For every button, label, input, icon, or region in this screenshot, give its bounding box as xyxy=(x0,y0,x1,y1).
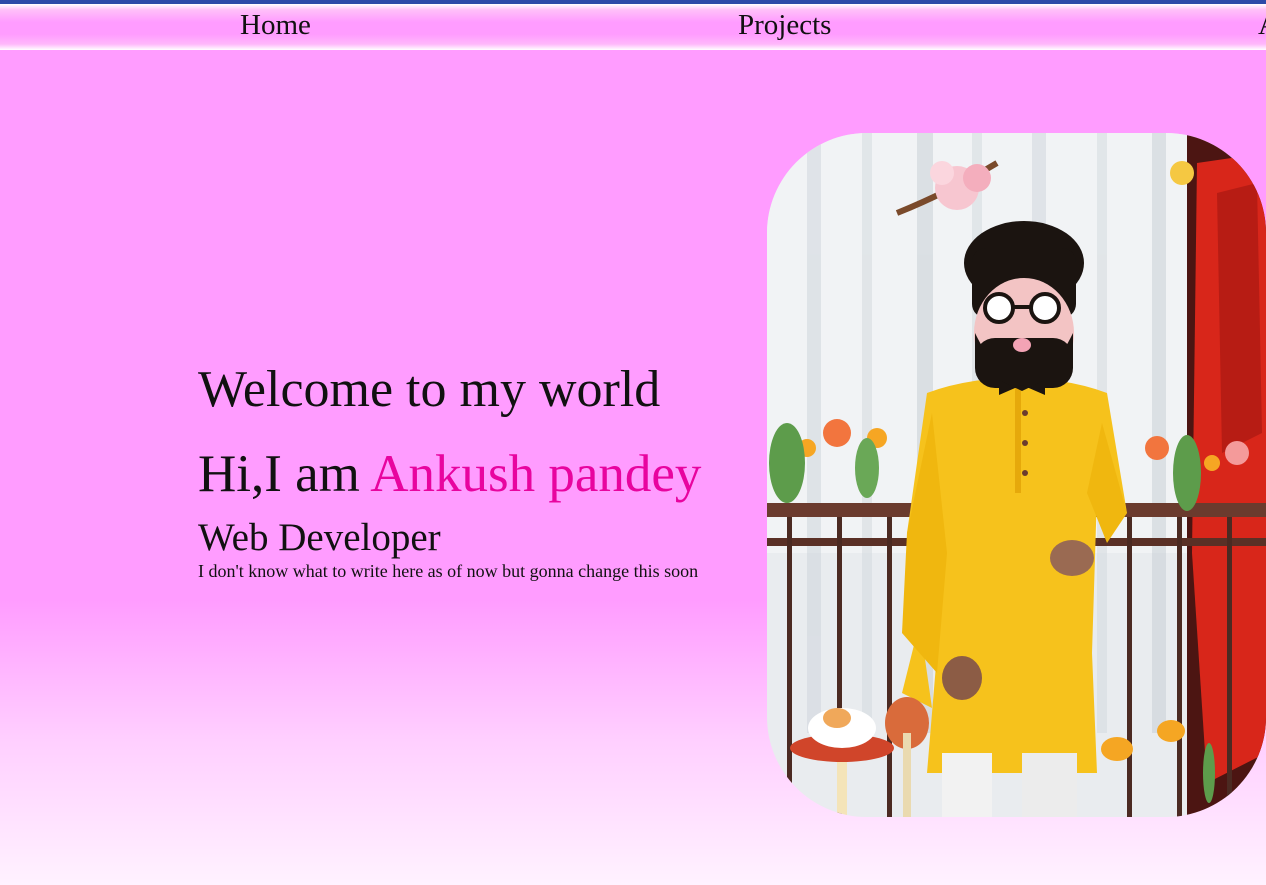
navbar: Home Projects A xyxy=(0,4,1266,50)
welcome-heading: Welcome to my world xyxy=(198,361,661,418)
nav-about-link[interactable]: A xyxy=(1258,9,1266,42)
role-heading: Web Developer xyxy=(198,516,441,559)
tagline-text: I don't know what to write here as of no… xyxy=(198,561,699,581)
greeting-text: Hi,I am xyxy=(198,445,371,503)
nav-home-link[interactable]: Home xyxy=(240,9,311,42)
intro-heading: Hi,I am Ankush pandey xyxy=(198,434,768,514)
hero-section: Welcome to my world Hi,I am Ankush pande… xyxy=(198,350,768,582)
name-text: Ankush pandey xyxy=(370,445,702,503)
profile-photo xyxy=(767,133,1266,817)
nav-projects-link[interactable]: Projects xyxy=(738,9,831,42)
